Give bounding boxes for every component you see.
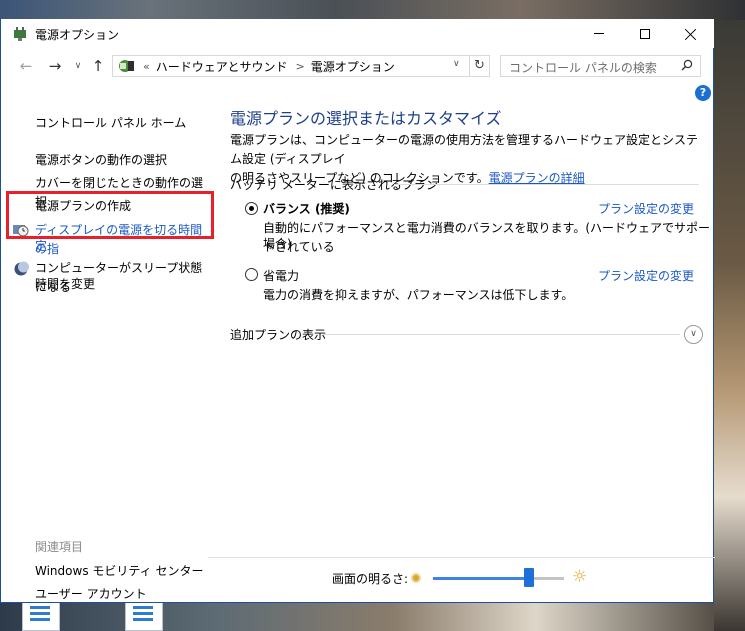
address-overflow[interactable]: « (143, 60, 150, 73)
refresh-icon: ↻ (474, 58, 485, 73)
back-arrow-icon: ← (19, 57, 33, 75)
brightness-low-icon (411, 573, 421, 583)
refresh-button[interactable]: ↻ (469, 56, 489, 76)
address-dropdown-icon[interactable]: ∨ (453, 59, 460, 69)
additional-plans-divider (323, 334, 680, 335)
help-icon[interactable]: ? (695, 85, 711, 101)
desktop-background-top (0, 0, 745, 20)
desktop-file-icon[interactable] (22, 601, 60, 631)
breadcrumb-hardware-sound[interactable]: ハードウェアとサウンド (156, 58, 288, 75)
maximize-button[interactable] (622, 19, 668, 48)
plan-power-saver-settings-link[interactable]: プラン設定の変更 (598, 267, 694, 284)
search-icon[interactable] (681, 59, 693, 71)
desktop-file-icon[interactable] (125, 601, 163, 631)
mobility-center-link[interactable]: Windows モビリティ センター (35, 562, 203, 581)
highlight-box (6, 191, 214, 239)
desktop-background-right (714, 20, 745, 631)
brightness-high-icon: ☼ (572, 567, 588, 587)
up-button[interactable]: ↑ (89, 57, 107, 75)
breadcrumb-power-options[interactable]: 電源オプション (311, 58, 395, 75)
close-button[interactable] (668, 19, 714, 48)
address-bar[interactable]: « ハードウェアとサウンド > 電源オプション ∨ ↻ (112, 55, 490, 77)
brightness-slider-fill (433, 577, 529, 580)
minimize-button[interactable] (576, 19, 622, 48)
control-panel-icon (119, 60, 134, 72)
plan-power-saver-name[interactable]: 省電力 (263, 267, 299, 284)
up-arrow-icon: ↑ (91, 57, 105, 75)
power-button-action-link[interactable]: 電源ボタンの動作の選択 (35, 151, 167, 170)
left-pane: コントロール パネル ホーム 電源ボタンの動作の選択 カバーを閉じたときの動作の… (1, 83, 206, 603)
power-options-window: 電源オプション ← → ∨ ↑ « ハードウェアとサウンド > 電源オプション … (0, 19, 715, 603)
window-title: 電源オプション (35, 28, 120, 42)
plan-power-saver-radio[interactable] (245, 268, 258, 281)
power-options-icon (14, 27, 26, 41)
additional-plans-toggle[interactable]: 追加プランの表示 (230, 326, 326, 343)
plan-balanced-settings-link[interactable]: プラン設定の変更 (598, 200, 694, 217)
search-placeholder: コントロール パネルの検索 (509, 61, 657, 75)
search-input[interactable]: コントロール パネルの検索 (500, 55, 701, 77)
display-off-time-link-line2[interactable]: 定 (35, 237, 47, 256)
plan-balanced-description-line2: 場合) (263, 237, 292, 251)
close-icon (685, 28, 697, 40)
user-accounts-link[interactable]: ユーザー アカウント (35, 585, 147, 604)
related-heading: 関連項目 (35, 540, 84, 554)
brightness-slider-thumb[interactable] (523, 568, 534, 587)
recent-locations-button[interactable]: ∨ (69, 57, 87, 75)
plan-balanced-radio[interactable] (245, 202, 258, 215)
plan-power-saver-description: 電力の消費を抑えますが、パフォーマンスは低下します。 (263, 288, 574, 302)
navigation-bar: ← → ∨ ↑ « ハードウェアとサウンド > 電源オプション ∨ ↻ コントロ… (1, 49, 714, 83)
forward-button[interactable]: → (46, 57, 64, 75)
forward-arrow-icon: → (48, 57, 62, 75)
title-bar[interactable]: 電源オプション (1, 19, 714, 48)
chevron-down-icon: ∨ (74, 61, 82, 71)
brightness-label: 画面の明るさ: (332, 572, 409, 586)
maximize-icon (640, 28, 650, 39)
description-line1: 電源プランは、コンピューターの電源の使用方法を管理するハードウェア設定とシステム… (230, 133, 699, 166)
expand-chevron-icon[interactable]: ∨ (684, 325, 703, 344)
footer-divider (208, 557, 715, 558)
back-button[interactable]: ← (17, 57, 35, 75)
minimize-icon (594, 33, 604, 34)
breadcrumb-separator[interactable]: > (296, 60, 305, 73)
control-panel-home-link[interactable]: コントロール パネル ホーム (35, 114, 186, 133)
section-divider (394, 184, 699, 185)
page-title: 電源プランの選択またはカスタマイズ (230, 109, 502, 128)
moon-icon (14, 261, 29, 276)
plan-balanced-name[interactable]: バランス (推奨) (263, 200, 350, 217)
power-plan-details-link[interactable]: 電源プランの詳細 (489, 171, 585, 185)
desktop-background-bottom (0, 603, 714, 631)
brightness-slider-track[interactable] (433, 577, 564, 580)
sleep-time-link-line2[interactable]: 時間を変更 (35, 275, 95, 294)
